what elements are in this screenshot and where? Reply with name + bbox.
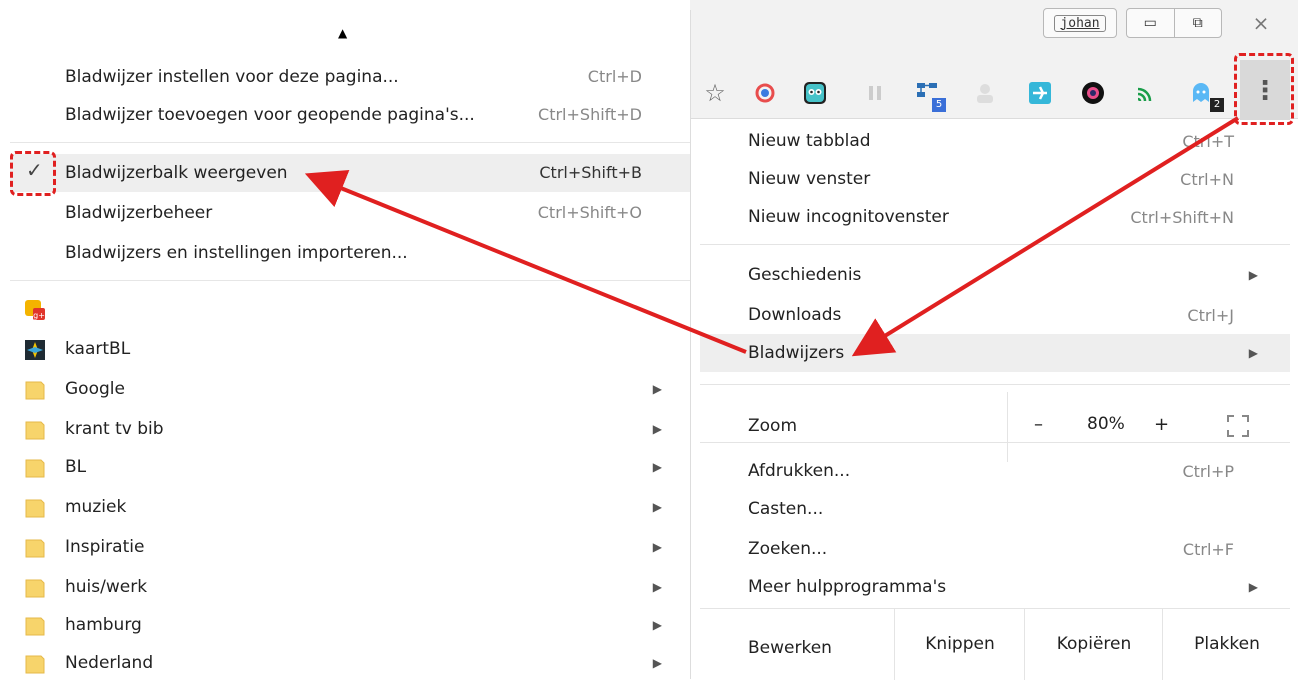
menu-item-bookmark-all-tabs[interactable]: Bladwijzer toevoegen voor geopende pagin… — [10, 96, 690, 134]
highlight-box-check — [10, 151, 56, 196]
menu-item-downloads[interactable]: Downloads Ctrl+J — [700, 296, 1290, 334]
bookmark-folder[interactable]: Inspiratie ▶ — [10, 528, 690, 566]
mask-extension-icon[interactable] — [802, 80, 828, 106]
folder-icon — [25, 381, 45, 400]
menu-item-new-tab[interactable]: Nieuw tabblad Ctrl+T — [700, 122, 1290, 160]
bookmark-folder[interactable]: muziek ▶ — [10, 488, 690, 526]
bookmark-item-kaartbl[interactable]: kaartBL — [10, 330, 690, 368]
profile-button[interactable]: johan — [1043, 8, 1117, 38]
folder-icon — [25, 499, 45, 518]
scroll-up-icon[interactable]: ▲ — [338, 26, 347, 40]
submenu-arrow-icon: ▶ — [652, 540, 662, 554]
zoom-value: 80% — [1087, 414, 1125, 434]
menu-item-bookmarks[interactable]: Bladwijzers ▶ — [700, 334, 1290, 372]
folder-label: krant tv bib — [65, 419, 164, 439]
menu-item-history[interactable]: Geschiedenis ▶ — [700, 256, 1290, 294]
menu-item-cast[interactable]: Casten... — [700, 490, 1290, 528]
menu-item-more-tools[interactable]: Meer hulpprogramma's ▶ — [700, 568, 1290, 606]
bookmark-item-gplus[interactable]: g+ — [10, 290, 690, 328]
menu-item-bookmark-page[interactable]: Bladwijzer instellen voor deze pagina...… — [10, 58, 690, 96]
menu-item-incognito[interactable]: Nieuw incognitovenster Ctrl+Shift+N — [700, 198, 1290, 236]
submenu-arrow-icon: ▶ — [652, 500, 662, 514]
window-controls: ▭ ⧉ — [1126, 8, 1222, 38]
folder-icon — [25, 421, 45, 440]
menu-item-bookmark-manager[interactable]: Bladwijzerbeheer Ctrl+Shift+O — [10, 194, 690, 232]
submenu-arrow-icon: ▶ — [652, 656, 662, 670]
folder-label: Google — [65, 379, 125, 399]
submenu-arrow-icon: ▶ — [652, 422, 662, 436]
edit-label: Bewerken — [748, 638, 832, 658]
person-extension-icon[interactable] — [972, 80, 998, 106]
minimize-icon[interactable]: ▭ — [1127, 9, 1174, 37]
menu-divider — [700, 442, 1290, 443]
paste-button[interactable]: Plakken — [1162, 608, 1291, 680]
gplus-bookmark-icon: g+ — [25, 300, 45, 320]
folder-label: BL — [65, 457, 87, 477]
folder-icon — [25, 617, 45, 636]
bookmark-folder[interactable]: Google ▶ — [10, 370, 690, 408]
submenu-arrow-icon: ▶ — [1248, 580, 1258, 594]
copy-button[interactable]: Kopiëren — [1024, 608, 1163, 680]
folder-label: huis/werk — [65, 577, 148, 597]
menu-divider — [700, 244, 1290, 245]
cast-extension-icon[interactable] — [1134, 80, 1160, 106]
highlight-box-menu — [1234, 53, 1294, 125]
bookmark-folder[interactable]: hamburg ▶ — [10, 606, 690, 644]
edit-row: Bewerken Knippen Kopiëren Plakken — [700, 608, 1290, 680]
folder-label: muziek — [65, 497, 127, 517]
bookmark-folder[interactable]: krant tv bib ▶ — [10, 410, 690, 448]
menu-item-print[interactable]: Afdrukken... Ctrl+P — [700, 452, 1290, 490]
folder-icon — [25, 655, 45, 674]
kaart-bookmark-icon — [25, 340, 45, 360]
folder-icon — [25, 579, 45, 598]
chrome-main-menu: Nieuw tabblad Ctrl+T Nieuw venster Ctrl+… — [700, 120, 1290, 680]
profile-name: johan — [1054, 14, 1106, 32]
menu-item-import[interactable]: Bladwijzers en instellingen importeren..… — [10, 234, 690, 272]
extension-badge: 2 — [1210, 98, 1224, 112]
bookmark-folder[interactable]: BL ▶ — [10, 448, 690, 486]
submenu-arrow-icon: ▶ — [652, 580, 662, 594]
pause-extension-icon[interactable] — [862, 80, 888, 106]
zoom-in-button[interactable]: + — [1154, 414, 1169, 435]
submenu-arrow-icon: ▶ — [1248, 268, 1258, 282]
bookmark-star-icon[interactable]: ☆ — [702, 79, 728, 107]
folder-label: Nederland — [65, 653, 154, 673]
cut-button[interactable]: Knippen — [894, 608, 1025, 680]
menu-item-show-bookmarks-bar[interactable]: Bladwijzerbalk weergeven Ctrl+Shift+B — [10, 154, 690, 192]
zoom-out-button[interactable]: – — [1034, 414, 1043, 435]
submenu-arrow-icon: ▶ — [1248, 346, 1258, 360]
menu-item-new-window[interactable]: Nieuw venster Ctrl+N — [700, 160, 1290, 198]
menu-divider — [10, 142, 690, 143]
camera-extension-icon[interactable] — [1080, 80, 1106, 106]
ghost-extension-icon[interactable]: 2 — [1188, 80, 1224, 112]
diagram-extension-icon[interactable]: 5 — [914, 80, 946, 112]
b-extension-icon[interactable] — [752, 80, 778, 106]
menu-divider — [10, 280, 690, 281]
menu-divider — [700, 384, 1290, 385]
submenu-arrow-icon: ▶ — [652, 382, 662, 396]
zoom-label: Zoom — [748, 416, 798, 436]
folder-icon — [25, 459, 45, 478]
bookmark-folder[interactable]: huis/werk ▶ — [10, 568, 690, 606]
folder-label: Inspiratie — [65, 537, 145, 557]
folder-label: hamburg — [65, 615, 142, 635]
submenu-arrow-icon: ▶ — [652, 460, 662, 474]
bookmark-folder[interactable]: Nederland ▶ — [10, 644, 690, 682]
submenu-arrow-icon: ▶ — [652, 618, 662, 632]
extension-badge: 5 — [932, 98, 946, 112]
plane-extension-icon[interactable] — [1027, 80, 1053, 106]
fullscreen-icon[interactable] — [1226, 414, 1250, 438]
svg-text:g+: g+ — [33, 311, 45, 320]
close-icon[interactable]: ⨯ — [1232, 8, 1290, 38]
menu-item-find[interactable]: Zoeken... Ctrl+F — [700, 530, 1290, 568]
restore-icon[interactable]: ⧉ — [1173, 9, 1222, 37]
folder-icon — [25, 539, 45, 558]
